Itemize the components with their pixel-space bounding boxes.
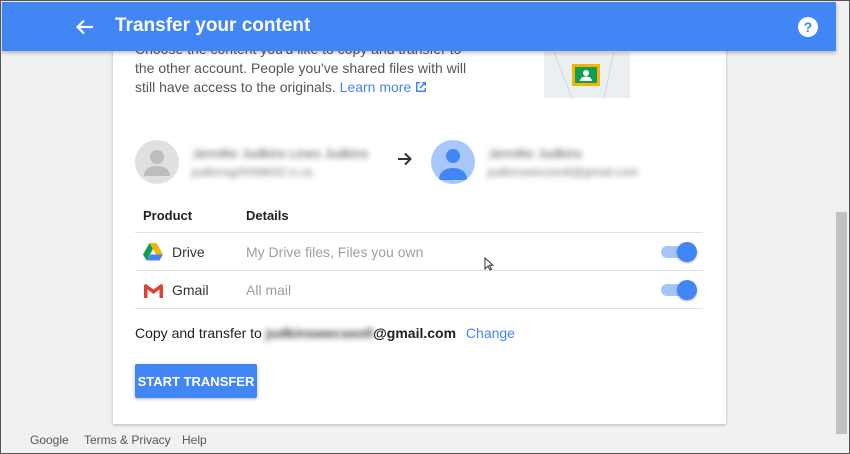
destination-email-domain: @gmail.com xyxy=(373,325,457,341)
mouse-cursor-icon xyxy=(484,257,494,271)
app-bar: Transfer your content ? xyxy=(2,2,836,51)
learn-more-label: Learn more xyxy=(339,79,412,95)
source-account-name: Jennifer Judkins Lines Judkins xyxy=(192,146,369,161)
gmail-toggle[interactable] xyxy=(661,280,697,300)
column-header-product: Product xyxy=(143,208,193,223)
product-details-drive: My Drive files, Files you own xyxy=(246,244,424,260)
footer-help-link[interactable]: Help xyxy=(182,433,207,447)
external-link-icon xyxy=(416,82,427,92)
arrow-right-icon xyxy=(398,152,412,166)
product-name-drive: Drive xyxy=(172,244,205,260)
person-icon xyxy=(439,149,467,180)
column-header-details: Details xyxy=(246,208,289,223)
scrollbar-thumb[interactable] xyxy=(836,212,847,434)
description-line-2: the other account. People you've shared … xyxy=(135,60,467,76)
copy-transfer-prefix: Copy and transfer to xyxy=(135,325,266,341)
gmail-icon xyxy=(144,284,163,298)
drive-toggle[interactable] xyxy=(661,242,697,262)
source-avatar xyxy=(135,140,179,184)
description-line-3: still have access to the originals. Lear… xyxy=(135,78,465,97)
table-divider xyxy=(135,308,703,309)
copy-transfer-line: Copy and transfer to judkinswecseoll@gma… xyxy=(135,325,515,341)
drive-icon xyxy=(143,243,163,261)
classroom-icon xyxy=(572,64,600,86)
source-account-email: judkinsgrfrhfdkhl2.n.ca xyxy=(192,165,313,179)
destination-avatar xyxy=(431,140,475,184)
person-icon xyxy=(144,150,170,176)
toggle-knob xyxy=(677,280,697,300)
footer-terms-link[interactable]: Terms & Privacy xyxy=(84,433,171,447)
change-link[interactable]: Change xyxy=(466,325,515,341)
footer-google-link[interactable]: Google xyxy=(30,433,69,447)
product-details-gmail: All mail xyxy=(246,282,292,298)
learn-more-link[interactable]: Learn more xyxy=(340,79,428,95)
destination-email-hidden: judkinswecseoll xyxy=(265,325,374,341)
destination-account-name: Jennifer Judkins xyxy=(488,146,582,161)
classroom-illustration xyxy=(544,52,630,98)
description-line-3-text: still have access to the originals. xyxy=(135,79,340,95)
classroom-person-glyph xyxy=(580,70,592,81)
destination-account-email: judkinswecseoll@gmail.com xyxy=(488,165,639,179)
scrollbar[interactable] xyxy=(834,52,849,450)
product-name-gmail: Gmail xyxy=(172,282,209,298)
help-icon[interactable]: ? xyxy=(798,17,818,37)
start-transfer-button[interactable]: START TRANSFER xyxy=(135,364,257,398)
table-divider xyxy=(135,270,703,271)
back-arrow-icon[interactable] xyxy=(72,14,98,40)
toggle-knob xyxy=(677,242,697,262)
table-divider xyxy=(135,232,703,233)
page-title: Transfer your content xyxy=(115,15,311,36)
